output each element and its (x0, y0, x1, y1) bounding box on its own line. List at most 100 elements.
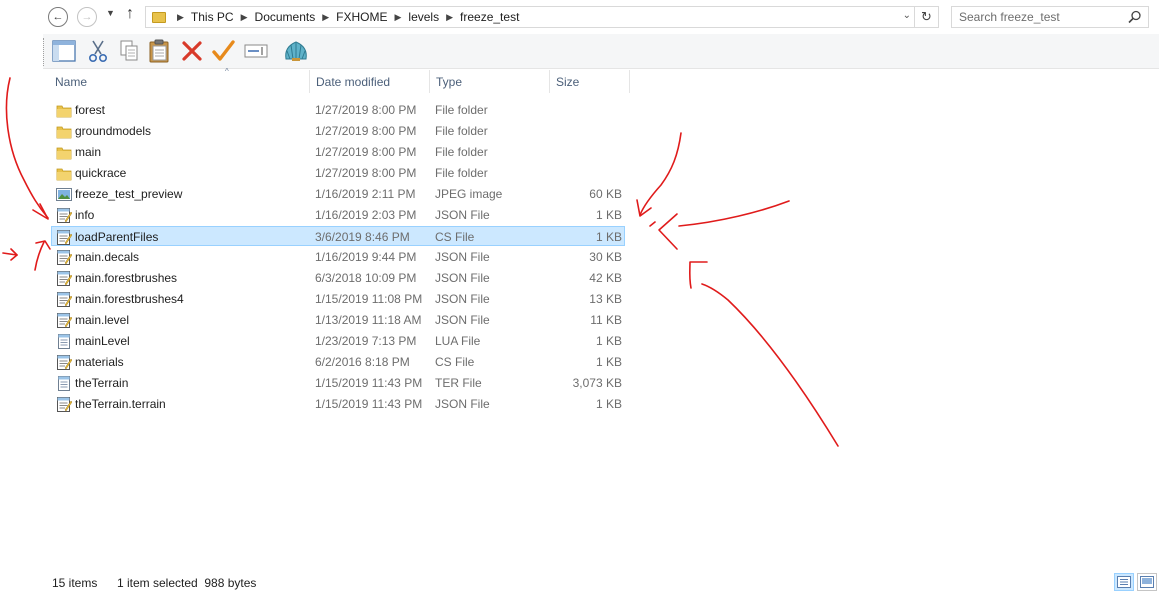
details-view-button[interactable] (1114, 573, 1134, 591)
search-box[interactable] (951, 6, 1149, 28)
annotation-arrowhead-left (32, 203, 49, 220)
file-row[interactable]: freeze_test_preview 1/16/2019 2:11 PM JPEG… (52, 184, 626, 204)
column-name[interactable]: Name ^ (49, 67, 310, 93)
column-date-modified[interactable]: Date modified (310, 70, 430, 93)
file-type: CS File (435, 355, 475, 369)
file-row[interactable]: theTerrain 1/15/2019 11:43 PM TER File 3,07… (52, 373, 626, 393)
breadcrumb-freeze-test[interactable]: freeze_test (460, 10, 519, 24)
breadcrumb-this-pc[interactable]: This PC (191, 10, 234, 24)
file-row[interactable]: main.decals 1/16/2019 9:44 PM JSON File 30 … (52, 247, 626, 267)
checkmark-icon (212, 40, 235, 61)
file-size: 13 KB (589, 292, 622, 306)
arrow-up-icon: ↑ (126, 5, 134, 22)
file-row[interactable]: forest 1/27/2019 8:00 PM File folder (52, 100, 626, 120)
forward-button[interactable]: → (77, 7, 97, 27)
annotation-arrowhead-top-right (636, 199, 652, 217)
file-size: 60 KB (589, 187, 622, 201)
chevron-right-icon[interactable]: ▶ (446, 12, 453, 23)
column-type-label: Type (436, 74, 463, 89)
delete-button[interactable] (179, 38, 205, 64)
up-button[interactable]: ↑ (126, 5, 134, 23)
file-size (550, 100, 622, 120)
breadcrumb-fxhome[interactable]: FXHOME (336, 10, 387, 24)
rename-icon (244, 44, 268, 58)
properties-button[interactable] (210, 38, 236, 64)
shell-icon (285, 41, 307, 61)
file-name: freeze_test_preview (75, 187, 183, 201)
toolbar (43, 34, 1159, 69)
item-count: 15 items (52, 576, 98, 590)
file-row[interactable]: main.level 1/13/2019 11:18 AM JSON File 11 … (52, 310, 626, 330)
file-name: theTerrain (75, 376, 129, 390)
annotation-arrow-right (678, 200, 790, 227)
file-size: 3,073 KB (572, 376, 622, 390)
chevron-right-icon[interactable]: ▶ (322, 12, 329, 23)
file-size: 1 KB (595, 230, 622, 244)
notepad-file-icon (57, 208, 72, 223)
annotation-arrowhead-small (10, 248, 18, 261)
rename-button[interactable] (243, 38, 269, 64)
preview-pane-button[interactable] (51, 38, 77, 64)
file-row[interactable]: theTerrain.terrain 1/15/2019 11:43 PM JSON… (52, 394, 626, 414)
refresh-button[interactable]: ↻ (914, 7, 938, 27)
file-type: JPEG image (435, 187, 503, 201)
file-type: CS File (435, 230, 475, 244)
file-name: main.forestbrushes4 (75, 292, 184, 306)
folder-icon (152, 11, 166, 23)
sort-up-icon: ^ (225, 67, 229, 76)
file-date: 1/16/2019 2:11 PM (315, 187, 416, 201)
column-type[interactable]: Type (430, 70, 550, 93)
file-type: File folder (435, 166, 488, 180)
file-row[interactable]: main 1/27/2019 8:00 PM File folder (52, 142, 626, 162)
recent-locations-button[interactable]: ▼ (106, 8, 115, 18)
file-type: JSON File (435, 250, 490, 264)
file-size: 30 KB (589, 250, 622, 264)
file-row[interactable]: materials 6/2/2016 8:18 PM CS File 1 KB (52, 352, 626, 372)
column-date-label: Date modified (316, 74, 391, 89)
toolbar-grip[interactable] (43, 38, 46, 66)
file-row[interactable]: loadParentFiles 3/6/2019 8:46 PM CS File 1 … (51, 226, 625, 246)
file-name: quickrace (75, 166, 127, 180)
file-name: groundmodels (75, 124, 152, 138)
file-date: 6/3/2018 10:09 PM (315, 271, 417, 285)
file-row[interactable]: main.forestbrushes 6/3/2018 10:09 PM JSON … (52, 268, 626, 288)
file-size: 42 KB (589, 271, 622, 285)
annotation-arrow-bottom-right (701, 283, 839, 447)
navigation-bar: ← → ▼ ↑ ▶ This PC ▶ Documents ▶ FXHOME ▶… (0, 0, 1159, 34)
annotation-arrowhead-up (35, 240, 51, 250)
arrow-right-icon: → (81, 11, 93, 23)
file-row[interactable]: info 1/16/2019 2:03 PM JSON File 1 KB (52, 205, 626, 225)
search-icon[interactable] (1128, 10, 1142, 24)
file-row[interactable]: groundmodels 1/27/2019 8:00 PM File folder (52, 121, 626, 141)
search-input[interactable] (959, 10, 1119, 24)
large-icons-view-button[interactable] (1137, 573, 1157, 591)
address-dropdown-button[interactable]: ⌄ (903, 10, 911, 21)
file-row[interactable]: mainLevel 1/23/2019 7:13 PM LUA File 1 KB (52, 331, 626, 351)
file-size: 1 KB (595, 208, 622, 222)
breadcrumb-levels[interactable]: levels (408, 10, 439, 24)
copy-button[interactable] (116, 38, 142, 64)
file-row[interactable]: main.forestbrushes4 1/15/2019 11:08 PM JSO… (52, 289, 626, 309)
image-file-icon (56, 188, 72, 201)
file-name: forest (75, 103, 106, 117)
back-button[interactable]: ← (48, 7, 68, 27)
file-size: 1 KB (595, 355, 622, 369)
file-date: 1/27/2019 8:00 PM (315, 103, 417, 117)
copy-icon (120, 40, 138, 61)
annotation-arrow-up (34, 241, 45, 271)
chevron-right-icon[interactable]: ▶ (241, 12, 248, 23)
file-date: 1/27/2019 8:00 PM (315, 145, 417, 159)
shell-button[interactable] (283, 38, 309, 64)
address-bar[interactable]: ▶ This PC ▶ Documents ▶ FXHOME ▶ levels … (145, 6, 939, 28)
cut-button[interactable] (85, 38, 111, 64)
file-date: 1/16/2019 2:03 PM (315, 208, 417, 222)
column-size[interactable]: Size (550, 70, 630, 93)
breadcrumb-documents[interactable]: Documents (255, 10, 316, 24)
file-row[interactable]: quickrace 1/27/2019 8:00 PM File folder (52, 163, 626, 183)
file-name: main.forestbrushes (75, 271, 178, 285)
paste-button[interactable] (147, 38, 173, 64)
chevron-right-icon[interactable]: ▶ (395, 12, 402, 23)
chevron-right-icon[interactable]: ▶ (177, 12, 184, 23)
file-size: 11 KB (590, 313, 622, 327)
column-header: Name ^ Date modified Type Size (0, 67, 630, 93)
